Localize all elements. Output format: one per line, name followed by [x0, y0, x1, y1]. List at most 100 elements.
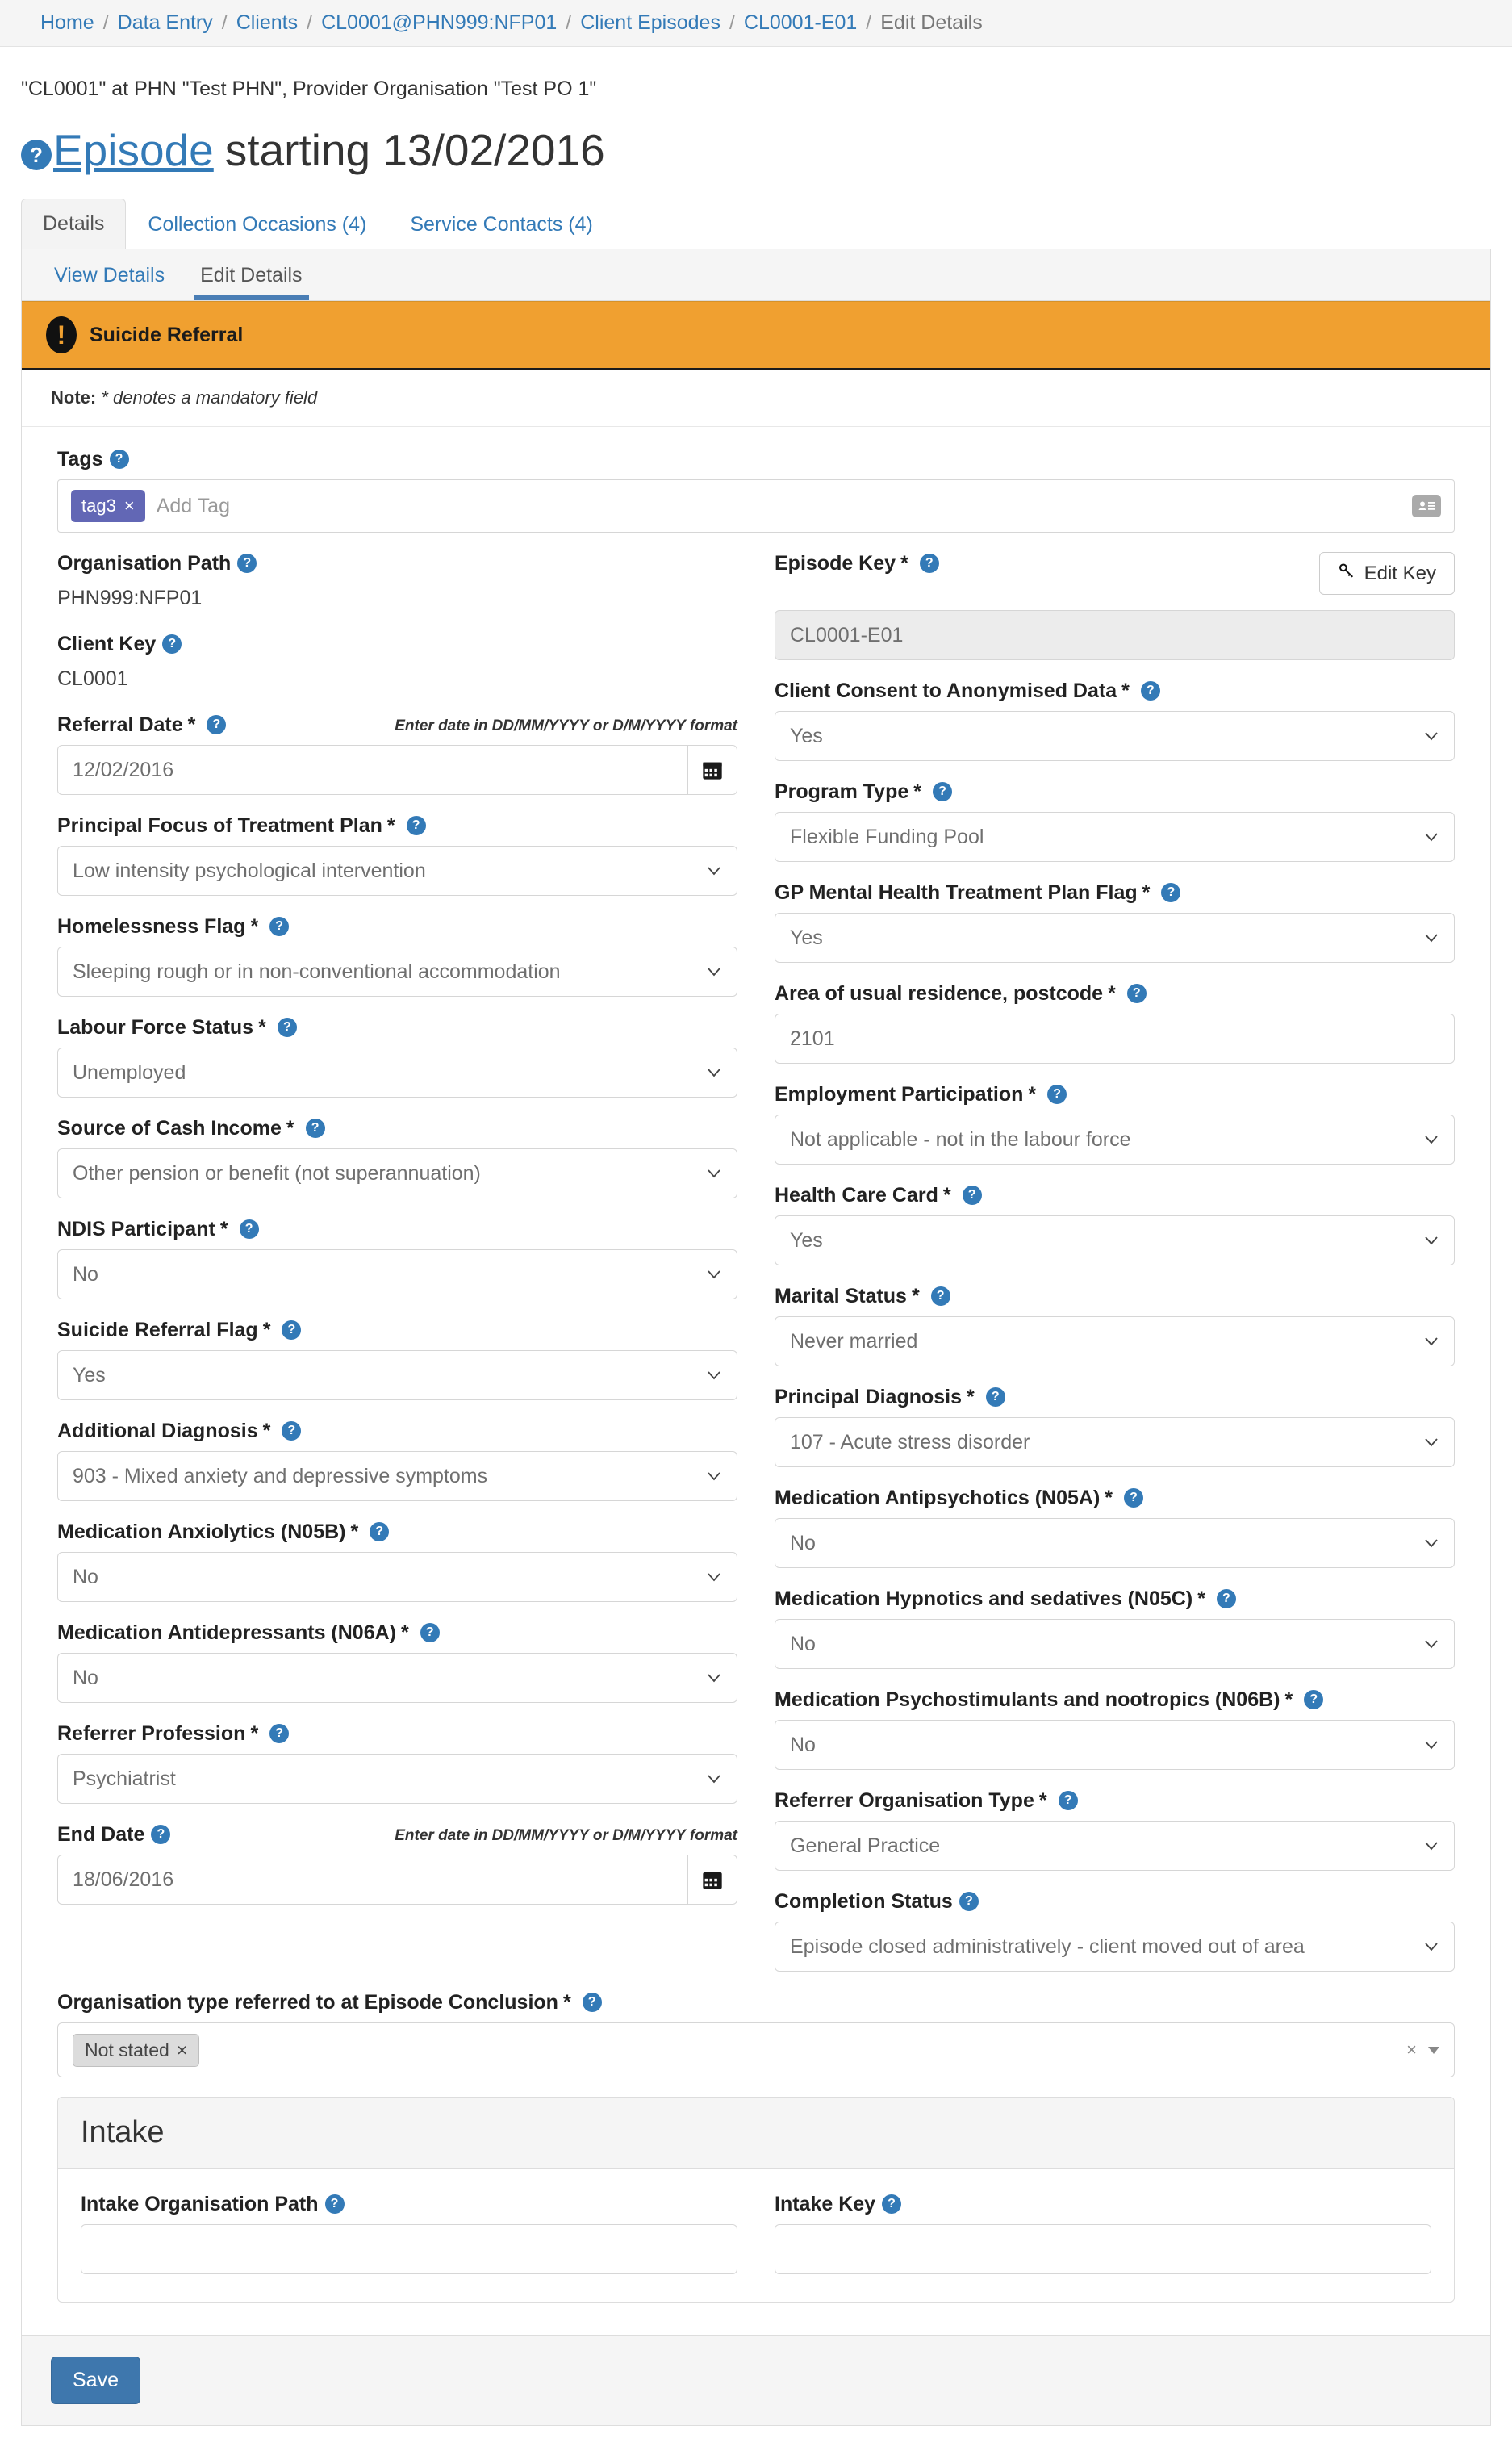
- help-icon[interactable]: ?: [370, 1521, 390, 1541]
- help-icon[interactable]: ?: [919, 553, 939, 573]
- additional-diagnosis-field: Additional Diagnosis * ? 903 - Mixed anx…: [57, 1420, 737, 1502]
- employment-participation-select[interactable]: Not applicable - not in the labour force: [775, 1115, 1455, 1165]
- breadcrumb-item-data-entry[interactable]: Data Entry: [118, 11, 213, 35]
- contact-card-icon[interactable]: [1412, 495, 1441, 518]
- help-icon[interactable]: ?: [324, 2194, 345, 2214]
- key-icon: [1338, 562, 1355, 585]
- breadcrumb-separator: /: [221, 11, 228, 34]
- principal-diagnosis-select[interactable]: 107 - Acute stress disorder: [775, 1417, 1455, 1468]
- page-title-link[interactable]: Episode: [53, 125, 214, 176]
- medication-antipsychotics-select[interactable]: No: [775, 1518, 1455, 1569]
- referrer-profession-select[interactable]: Psychiatrist: [57, 1754, 737, 1805]
- medication-anxiolytics-select[interactable]: No: [57, 1552, 737, 1603]
- breadcrumb-item-clients[interactable]: Clients: [236, 11, 298, 35]
- medication-antidepressants-select[interactable]: No: [57, 1653, 737, 1704]
- label-text: Intake Organisation Path: [81, 2193, 319, 2216]
- help-icon[interactable]: ?: [1126, 983, 1147, 1003]
- help-icon[interactable]: ?: [207, 714, 227, 734]
- help-icon[interactable]: ?: [882, 2194, 902, 2214]
- help-icon[interactable]: ?: [282, 1420, 302, 1441]
- help-icon[interactable]: ?: [932, 781, 952, 801]
- intake-panel: Intake Intake Organisation Path ? Intake…: [57, 2097, 1455, 2303]
- help-icon[interactable]: ?: [277, 1017, 297, 1037]
- tab-collection-occasions[interactable]: Collection Occasions (4): [126, 199, 388, 249]
- marital-status-select[interactable]: Never married: [775, 1316, 1455, 1367]
- chevron-down-icon: [706, 1771, 722, 1787]
- source-of-cash-income-select[interactable]: Other pension or benefit (not superannua…: [57, 1148, 737, 1199]
- label-text: Employment Participation: [775, 1083, 1024, 1106]
- help-icon[interactable]: ?: [1058, 1790, 1078, 1810]
- program-type-select[interactable]: Flexible Funding Pool: [775, 812, 1455, 863]
- edit-key-button[interactable]: Edit Key: [1318, 552, 1455, 596]
- episode-key-input: CL0001-E01: [775, 610, 1455, 661]
- help-icon[interactable]: ?: [269, 1723, 290, 1743]
- help-icon[interactable]: ?: [962, 1185, 982, 1205]
- help-icon[interactable]: ?: [21, 140, 52, 170]
- required-star: *: [1197, 1587, 1205, 1611]
- help-icon[interactable]: ?: [406, 815, 426, 835]
- homelessness-flag-select[interactable]: Sleeping rough or in non-conventional ac…: [57, 947, 737, 998]
- save-button[interactable]: Save: [51, 2357, 140, 2405]
- breadcrumb-item-home[interactable]: Home: [40, 11, 94, 35]
- org-type-conclusion-multiselect[interactable]: Not stated × ×: [57, 2022, 1455, 2078]
- help-icon[interactable]: ?: [959, 1891, 979, 1911]
- tab-service-contacts[interactable]: Service Contacts (4): [388, 199, 614, 249]
- help-icon[interactable]: ?: [151, 1824, 171, 1844]
- ndis-participant-select[interactable]: No: [57, 1249, 737, 1300]
- tags-input[interactable]: tag3 × Add Tag: [57, 479, 1455, 533]
- help-icon[interactable]: ?: [1047, 1084, 1067, 1104]
- help-icon[interactable]: ?: [1140, 680, 1160, 701]
- help-icon[interactable]: ?: [282, 1320, 302, 1340]
- breadcrumb-item-episode[interactable]: CL0001-E01: [744, 11, 857, 35]
- additional-diagnosis-select[interactable]: 903 - Mixed anxiety and depressive sympt…: [57, 1451, 737, 1502]
- subtab-edit-details[interactable]: Edit Details: [182, 249, 320, 301]
- help-icon[interactable]: ?: [1124, 1487, 1144, 1508]
- medication-psychostimulants-select[interactable]: No: [775, 1720, 1455, 1771]
- referrer-org-type-select[interactable]: General Practice: [775, 1821, 1455, 1872]
- referral-date-input[interactable]: 12/02/2016: [57, 745, 688, 796]
- clear-all-icon[interactable]: ×: [1406, 2039, 1417, 2060]
- help-icon[interactable]: ?: [305, 1118, 325, 1138]
- breadcrumb-item-client[interactable]: CL0001@PHN999:NFP01: [321, 11, 557, 35]
- help-icon[interactable]: ?: [162, 634, 182, 654]
- client-consent-select[interactable]: Yes: [775, 711, 1455, 762]
- subtab-view-details[interactable]: View Details: [36, 249, 182, 300]
- end-date-input[interactable]: 18/06/2016: [57, 1855, 688, 1905]
- help-icon[interactable]: ?: [420, 1622, 440, 1642]
- add-tag-placeholder[interactable]: Add Tag: [157, 495, 1401, 518]
- tag-chip[interactable]: tag3 ×: [71, 490, 145, 523]
- labour-force-status-select[interactable]: Unemployed: [57, 1048, 737, 1098]
- completion-status-select[interactable]: Episode closed administratively - client…: [775, 1922, 1455, 1972]
- help-icon[interactable]: ?: [269, 916, 290, 936]
- help-icon[interactable]: ?: [237, 553, 257, 573]
- help-icon[interactable]: ?: [930, 1286, 950, 1306]
- referral-date-input-group: 12/02/2016: [57, 745, 737, 796]
- help-icon[interactable]: ?: [1216, 1588, 1236, 1608]
- breadcrumb-item-client-episodes[interactable]: Client Episodes: [580, 11, 720, 35]
- referrer-org-type-label: Referrer Organisation Type * ?: [775, 1789, 1455, 1813]
- gp-mhtp-flag-select[interactable]: Yes: [775, 913, 1455, 964]
- health-care-card-select[interactable]: Yes: [775, 1215, 1455, 1266]
- help-icon[interactable]: ?: [985, 1387, 1005, 1407]
- medication-antipsychotics-label: Medication Antipsychotics (N05A) * ?: [775, 1487, 1455, 1510]
- calendar-icon[interactable]: [687, 1855, 737, 1905]
- suicide-referral-flag-select[interactable]: Yes: [57, 1350, 737, 1401]
- selected-option-chip[interactable]: Not stated ×: [73, 2033, 200, 2067]
- calendar-icon[interactable]: [687, 745, 737, 796]
- chevron-down-icon: [706, 1165, 722, 1182]
- help-icon[interactable]: ?: [1304, 1689, 1324, 1709]
- intake-key-field: Intake Key ?: [775, 2193, 1431, 2275]
- principal-focus-select[interactable]: Low intensity psychological intervention: [57, 846, 737, 897]
- chevron-down-icon[interactable]: [1428, 2046, 1439, 2054]
- medication-hypnotics-select[interactable]: No: [775, 1619, 1455, 1670]
- postcode-input[interactable]: 2101: [775, 1014, 1455, 1065]
- help-icon[interactable]: ?: [582, 1992, 602, 2012]
- label-text: Source of Cash Income: [57, 1117, 282, 1140]
- label-text: Medication Hypnotics and sedatives (N05C…: [775, 1587, 1193, 1611]
- help-icon[interactable]: ?: [239, 1219, 259, 1239]
- help-icon[interactable]: ?: [109, 449, 129, 469]
- remove-tag-icon[interactable]: ×: [124, 496, 135, 517]
- help-icon[interactable]: ?: [1161, 882, 1181, 902]
- tab-details[interactable]: Details: [21, 199, 127, 250]
- remove-chip-icon[interactable]: ×: [177, 2039, 187, 2061]
